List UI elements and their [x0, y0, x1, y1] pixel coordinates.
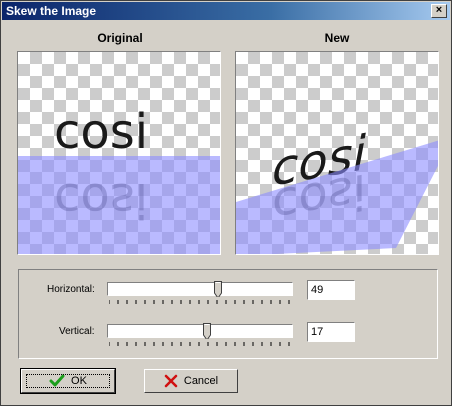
ok-button[interactable]: OK: [20, 368, 116, 394]
skew-dialog: Skew the Image × Original New cosi cosi …: [0, 0, 452, 406]
focus-rectangle: [26, 374, 110, 388]
new-label: New: [324, 31, 350, 45]
horizontal-value-input[interactable]: 49: [307, 280, 355, 300]
vertical-slider-track[interactable]: [107, 324, 293, 338]
skew-controls-group: Horizontal: 49 Vertical: 17: [18, 269, 438, 359]
cancel-label: Cancel: [183, 375, 219, 387]
title-bar: Skew the Image ×: [2, 2, 450, 20]
checkmark-icon: [49, 374, 65, 387]
cancel-button[interactable]: Cancel: [144, 369, 238, 393]
new-preview: cosi cosi: [235, 51, 439, 255]
original-label: Original: [97, 31, 143, 45]
vertical-label: Vertical:: [59, 326, 95, 337]
new-preview-canvas: cosi cosi: [236, 125, 438, 254]
horizontal-label: Horizontal:: [47, 284, 95, 295]
original-overlay: [18, 156, 220, 254]
ok-label: OK: [71, 375, 87, 387]
dialog-title: Skew the Image: [6, 4, 97, 18]
horizontal-slider-track[interactable]: [107, 282, 293, 296]
horizontal-ticks: [109, 300, 290, 304]
close-icon: ×: [435, 4, 443, 16]
vertical-ticks: [109, 342, 290, 346]
close-button[interactable]: ×: [431, 4, 447, 18]
original-preview-canvas: cosi cosi: [18, 104, 220, 254]
vertical-slider-thumb[interactable]: [203, 323, 211, 339]
original-sample-text: cosi: [54, 104, 148, 160]
horizontal-slider-thumb[interactable]: [214, 281, 222, 297]
red-x-icon: [164, 374, 178, 388]
vertical-value-input[interactable]: 17: [307, 322, 355, 342]
original-preview: cosi cosi: [17, 51, 221, 255]
